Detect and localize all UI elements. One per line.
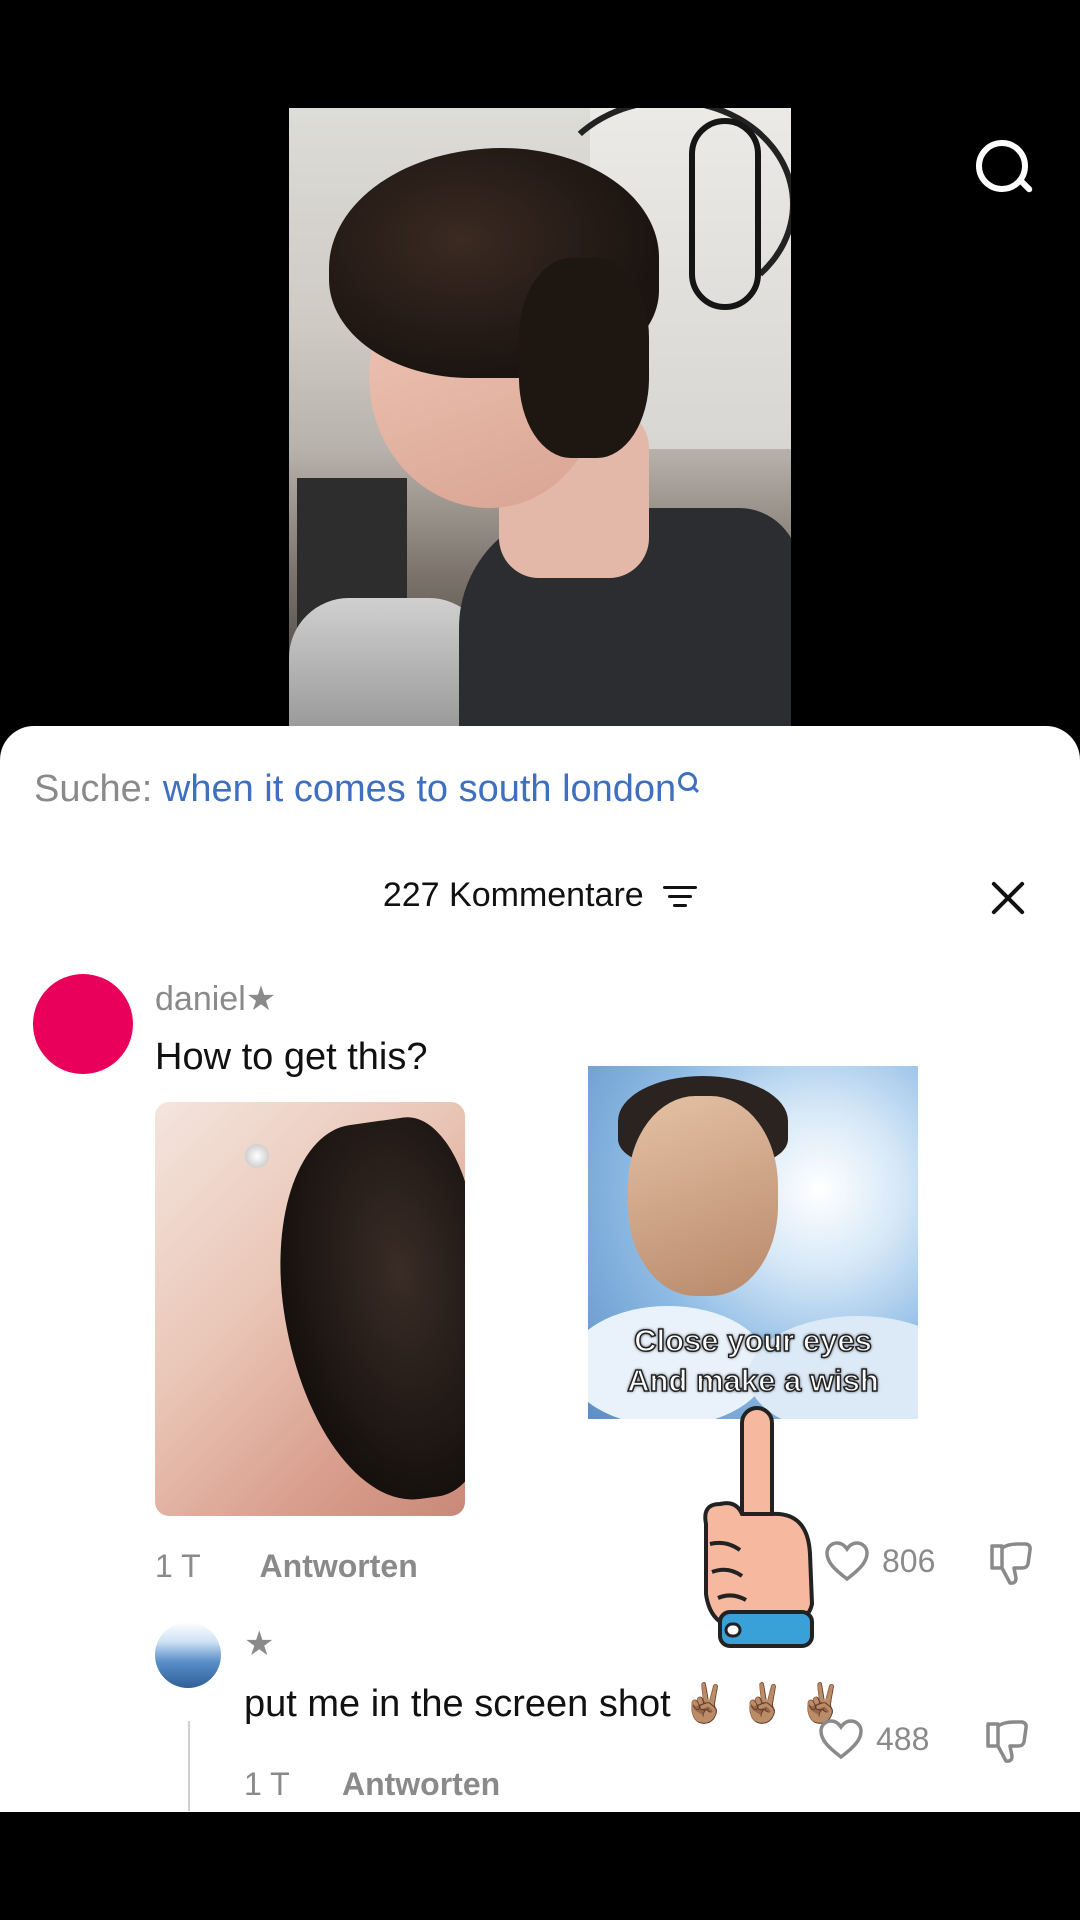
reply-button[interactable]: Antworten bbox=[260, 1548, 418, 1585]
close-icon[interactable] bbox=[988, 878, 1028, 918]
reply-meta: 1 T Antworten bbox=[244, 1766, 500, 1803]
reply-text: put me in the screen shot ✌🏽 ✌🏽 ✌🏽 bbox=[244, 1683, 845, 1725]
video-player[interactable] bbox=[0, 0, 1080, 740]
pointing-hand-icon bbox=[703, 1406, 815, 1648]
reply-username[interactable]: ★ bbox=[244, 1624, 274, 1664]
sticker-line-2: And make a wish bbox=[626, 1362, 879, 1399]
comment-image[interactable] bbox=[155, 1102, 465, 1516]
search-prefix: Suche: bbox=[34, 768, 153, 810]
avatar[interactable] bbox=[33, 974, 133, 1074]
heart-icon bbox=[819, 1719, 863, 1760]
reply-like-count: 488 bbox=[876, 1720, 930, 1757]
comment-username[interactable]: daniel★ bbox=[155, 979, 276, 1019]
video-frame[interactable] bbox=[289, 108, 791, 728]
search-query-link[interactable]: when it comes to south london bbox=[163, 768, 676, 810]
search-icon[interactable] bbox=[972, 136, 1034, 198]
reply-like-button[interactable]: 488 bbox=[818, 1714, 929, 1764]
reply-avatar[interactable] bbox=[155, 1622, 221, 1688]
comments-sheet: Suche: when it comes to south london 227… bbox=[0, 726, 1080, 1812]
thumbs-down-icon[interactable] bbox=[984, 1718, 1030, 1764]
filter-icon[interactable] bbox=[663, 884, 698, 910]
comment-meta: 1 T Antworten bbox=[155, 1548, 418, 1585]
comments-count-title: 227 Kommentare bbox=[382, 876, 644, 914]
like-button[interactable]: 806 bbox=[824, 1536, 935, 1586]
reply-time: 1 T bbox=[244, 1766, 290, 1802]
bottom-bar bbox=[0, 1812, 1080, 1920]
sticker-line-1: Close your eyes bbox=[633, 1322, 872, 1359]
comment-sticker[interactable]: Close your eyes And make a wish bbox=[588, 1066, 918, 1419]
heart-icon bbox=[825, 1541, 869, 1582]
search-small-icon bbox=[678, 770, 700, 796]
comment-text: How to get this? bbox=[155, 1036, 428, 1078]
comment-time: 1 T bbox=[155, 1548, 201, 1584]
comments-header: 227 Kommentare bbox=[0, 876, 1080, 926]
like-count: 806 bbox=[882, 1542, 936, 1579]
thumbs-down-icon[interactable] bbox=[988, 1540, 1034, 1586]
related-search[interactable]: Suche: when it comes to south london bbox=[34, 770, 700, 808]
thread-line bbox=[188, 1721, 190, 1811]
sticker-caption: Close your eyes And make a wish bbox=[588, 1321, 918, 1401]
reply-reply-button[interactable]: Antworten bbox=[342, 1766, 500, 1803]
